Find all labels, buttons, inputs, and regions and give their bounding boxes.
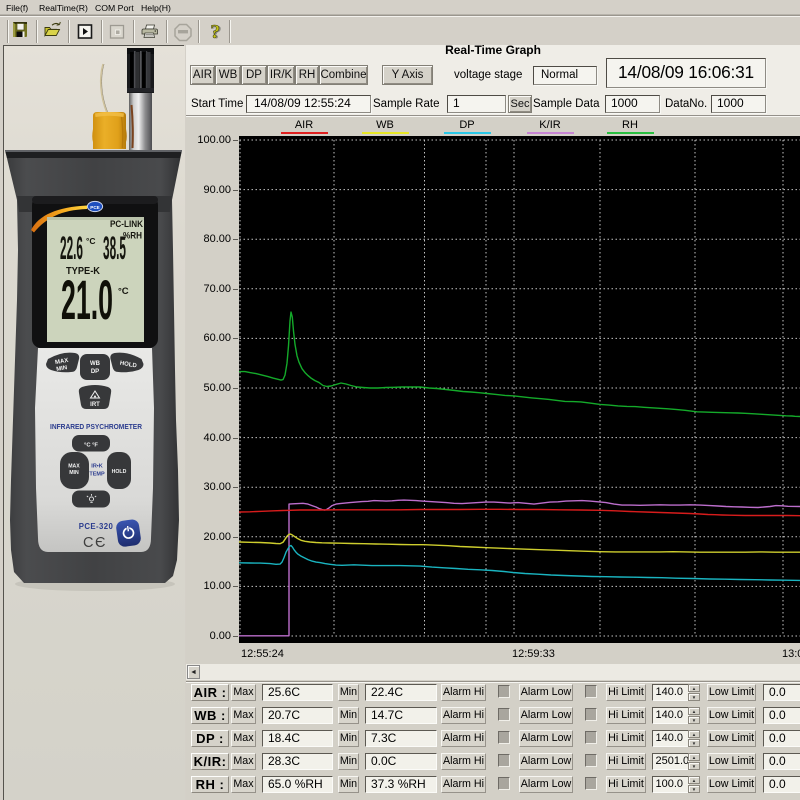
svg-text:PCE-320: PCE-320	[79, 522, 114, 531]
svg-text:21.0: 21.0	[61, 268, 113, 331]
svg-text:INFRARED PSYCHROMETER: INFRARED PSYCHROMETER	[50, 422, 143, 431]
svg-text:DP: DP	[91, 369, 99, 375]
svg-text:°C: °C	[118, 286, 129, 297]
svg-text:°C °F: °C °F	[84, 443, 98, 449]
svg-text:MIN: MIN	[69, 470, 79, 476]
svg-text:IR•K: IR•K	[91, 464, 102, 470]
svg-text:IRT: IRT	[90, 402, 100, 408]
svg-text:PC-LINK: PC-LINK	[110, 219, 143, 229]
svg-text:TEMP: TEMP	[89, 472, 105, 478]
svg-text:?: ?	[210, 22, 220, 43]
svg-text:CЄ: CЄ	[83, 535, 107, 551]
svg-text:HOLD: HOLD	[112, 469, 127, 475]
svg-text:WB: WB	[90, 361, 101, 367]
svg-text:MAX: MAX	[68, 464, 80, 470]
svg-text:°C: °C	[86, 236, 96, 246]
svg-text:38.5: 38.5	[103, 230, 126, 266]
svg-text:PCE: PCE	[90, 205, 99, 210]
svg-text:22.6: 22.6	[60, 230, 83, 266]
